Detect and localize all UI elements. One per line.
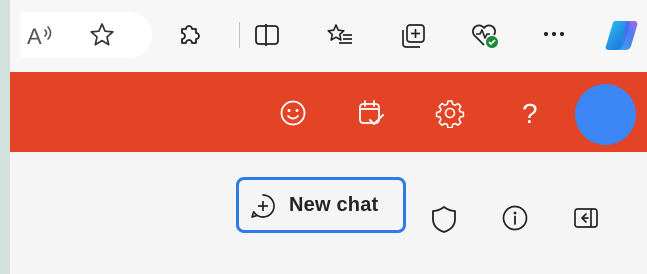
browser-essentials-icon[interactable] xyxy=(470,21,498,49)
new-chat-plus-icon xyxy=(249,192,277,220)
calendar-check-icon[interactable] xyxy=(356,98,386,128)
extensions-puzzle-icon[interactable] xyxy=(175,21,203,49)
collapse-panel-icon[interactable] xyxy=(572,204,600,232)
shield-icon[interactable] xyxy=(430,204,458,233)
split-screen-icon[interactable] xyxy=(253,21,281,49)
settings-gear-icon[interactable] xyxy=(435,98,465,128)
more-options-icon[interactable] xyxy=(540,18,568,46)
feedback-smiley-icon[interactable] xyxy=(278,98,308,128)
info-icon[interactable] xyxy=(501,204,529,232)
favorites-list-icon[interactable] xyxy=(326,21,354,49)
read-aloud-icon[interactable]: A xyxy=(26,21,54,49)
new-chat-button[interactable]: New chat xyxy=(236,177,406,233)
help-glyph: ? xyxy=(522,98,538,129)
help-icon[interactable]: ? xyxy=(515,96,545,129)
app-header: ? xyxy=(10,72,647,152)
toolbar-separator xyxy=(239,22,240,48)
browser-toolbar: A xyxy=(10,0,647,72)
content-area: New chat xyxy=(10,152,647,274)
copilot-icon[interactable] xyxy=(604,17,638,50)
avatar[interactable] xyxy=(575,84,636,145)
collections-icon[interactable] xyxy=(398,21,426,49)
favorite-star-icon[interactable] xyxy=(88,21,116,49)
new-chat-label: New chat xyxy=(289,194,379,216)
read-aloud-glyph: A xyxy=(27,24,42,49)
